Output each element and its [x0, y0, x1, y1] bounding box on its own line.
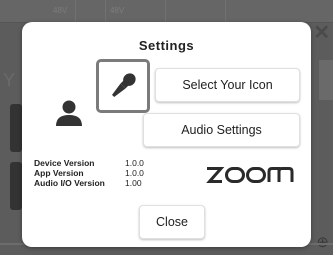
background-48v-label: 48V — [53, 6, 68, 15]
audio-settings-button[interactable]: Audio Settings — [143, 113, 300, 147]
close-button[interactable]: Close — [139, 205, 205, 239]
background-48v-label: 48V — [110, 6, 125, 15]
version-label: App Version — [34, 168, 84, 178]
background-side-panel — [319, 60, 333, 100]
zoom-logo — [205, 166, 296, 189]
select-icon-button[interactable]: Select Your Icon — [155, 68, 300, 102]
version-label: Device Version — [34, 158, 95, 168]
globe-icon: ⊕ — [316, 233, 329, 251]
background-panel — [10, 104, 22, 152]
background-topbar — [0, 0, 333, 23]
version-label: Audio I/O Version — [34, 178, 105, 188]
audio-io-version-row: Audio I/O Version 1.00 — [34, 178, 144, 188]
dialog-title: Settings — [138, 38, 195, 53]
settings-dialog: Settings Select Your Icon Audio Settings… — [22, 22, 311, 247]
app-version-row: App Version 1.0.0 — [34, 168, 144, 178]
background-text: Y — [3, 70, 16, 90]
person-icon — [55, 100, 83, 126]
close-icon: ✕ — [313, 22, 330, 44]
user-icon-preview[interactable] — [96, 59, 150, 113]
device-version-row: Device Version 1.0.0 — [34, 158, 144, 168]
version-value: 1.0.0 — [125, 158, 144, 168]
version-info: Device Version 1.0.0 App Version 1.0.0 A… — [34, 158, 144, 188]
background-panel — [10, 162, 22, 210]
version-value: 1.0.0 — [125, 168, 144, 178]
version-value: 1.00 — [125, 178, 142, 188]
